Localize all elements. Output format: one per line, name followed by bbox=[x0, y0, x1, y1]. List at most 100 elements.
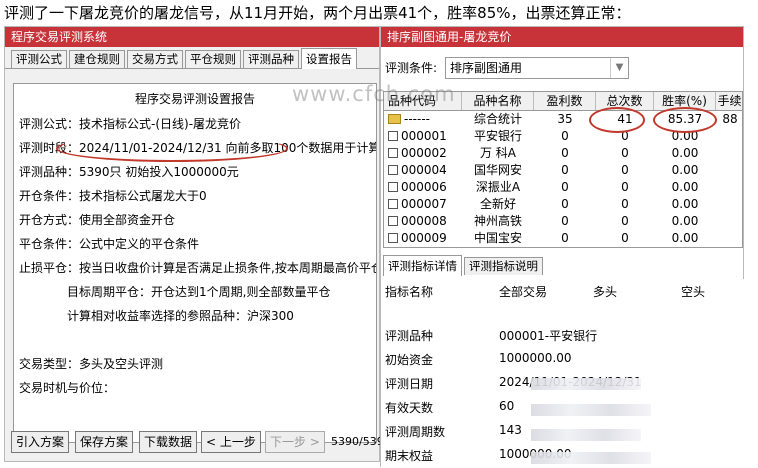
detail-header-short: 空头 bbox=[681, 285, 706, 299]
report-line-benchmark: 计算相对收益率选择的参照品种：沪深300 bbox=[67, 309, 294, 323]
table-row[interactable]: 000002 万 科A 0 0 0.00 bbox=[384, 145, 742, 162]
cell-total: 0 bbox=[621, 231, 629, 245]
report-line-stop-loss: 止损平仓：按当日收盘价计算是否满足止损条件,按本周期最高价平仓 bbox=[19, 261, 377, 275]
table-row[interactable]: 000004 国华网安 0 0 0.00 bbox=[384, 162, 742, 179]
cell-name: 综合统计 bbox=[473, 112, 522, 126]
cell-rate: 0.00 bbox=[671, 146, 699, 160]
checkbox-icon[interactable] bbox=[388, 233, 398, 243]
cell-name: 神州高铁 bbox=[473, 214, 522, 228]
cell-fee bbox=[716, 128, 742, 145]
cell-fee bbox=[716, 162, 742, 179]
download-data-button[interactable]: 下载数据 bbox=[139, 431, 198, 453]
tab-symbols[interactable]: 评测品种 bbox=[243, 50, 299, 68]
cell-wins: 0 bbox=[561, 146, 569, 160]
window-title: 程序交易评测系统 bbox=[5, 27, 379, 47]
tab-metric-help[interactable]: 评测指标说明 bbox=[464, 257, 543, 275]
cell-rate: 0.00 bbox=[671, 180, 699, 194]
total-highlight-circle bbox=[589, 107, 645, 133]
tab-report-settings[interactable]: 设置报告 bbox=[301, 48, 357, 69]
period-highlight-circle bbox=[56, 135, 288, 162]
tab-open-rules[interactable]: 建仓规则 bbox=[69, 50, 125, 68]
cell-code: 000008 bbox=[384, 213, 462, 230]
detail-value: 1000000.00 bbox=[499, 351, 572, 365]
tab-metric-detail[interactable]: 评测指标详情 bbox=[383, 255, 462, 276]
blurred-text bbox=[531, 378, 641, 390]
cell-rate: 0.00 bbox=[671, 163, 699, 177]
cell-code: 000001 bbox=[384, 128, 462, 145]
condition-select[interactable]: 排序副图通用 ▼ bbox=[445, 57, 629, 79]
cell-code: 000002 bbox=[384, 145, 462, 162]
cell-code: ------ bbox=[384, 111, 462, 128]
detail-label: 评测品种 bbox=[385, 329, 434, 343]
cell-rate: 0.00 bbox=[671, 197, 699, 211]
table-row[interactable]: 000006 深振业A 0 0 0.00 bbox=[384, 179, 742, 196]
cell-fee bbox=[716, 230, 742, 247]
checkbox-icon[interactable] bbox=[388, 131, 398, 141]
next-step-button[interactable]: 下一步 > bbox=[265, 431, 325, 453]
table-row[interactable]: 000008 神州高铁 0 0 0.00 bbox=[384, 213, 742, 230]
cell-rate: 0.00 bbox=[671, 231, 699, 245]
checkbox-icon[interactable] bbox=[388, 165, 398, 175]
cell-wins: 0 bbox=[561, 214, 569, 228]
cell-name: 全新好 bbox=[479, 197, 516, 211]
detail-value: 000001-平安银行 bbox=[499, 329, 598, 343]
detail-value: 60 bbox=[499, 399, 515, 413]
col-name[interactable]: 品种名称 bbox=[462, 92, 534, 110]
cell-fee bbox=[716, 213, 742, 230]
detail-header-all: 全部交易 bbox=[499, 285, 548, 299]
col-fee[interactable]: 手续 bbox=[716, 92, 742, 110]
cell-wins: 0 bbox=[561, 231, 569, 245]
ranking-window-title: 排序副图通用-屠龙竞价 bbox=[381, 27, 743, 47]
cell-wins: 0 bbox=[561, 129, 569, 143]
cell-code: 000004 bbox=[384, 162, 462, 179]
table-row[interactable]: 000007 全新好 0 0 0.00 bbox=[384, 196, 742, 213]
watermark: www.cfch.com bbox=[292, 82, 456, 106]
cell-code: 000006 bbox=[384, 179, 462, 196]
blurred-text bbox=[531, 452, 651, 464]
checkbox-icon[interactable] bbox=[388, 199, 398, 209]
detail-header-long: 多头 bbox=[593, 285, 618, 299]
col-wins[interactable]: 盈利数 bbox=[534, 92, 596, 110]
save-scheme-button[interactable]: 保存方案 bbox=[75, 431, 134, 453]
cell-fee bbox=[716, 145, 742, 162]
detail-label: 评测周期数 bbox=[385, 425, 446, 439]
cell-total: 0 bbox=[621, 163, 629, 177]
rate-highlight-circle bbox=[653, 107, 717, 133]
blurred-text bbox=[531, 429, 641, 441]
cell-fee bbox=[716, 179, 742, 196]
condition-label: 评测条件: bbox=[385, 61, 438, 75]
checkbox-icon[interactable] bbox=[388, 182, 398, 192]
report-line-formula: 评测公式：技术指标公式-(日线)-屠龙竞价 bbox=[19, 117, 242, 131]
cell-wins: 0 bbox=[561, 180, 569, 194]
blurred-text bbox=[531, 404, 651, 416]
report-line-open-mode: 开仓方式：使用全部资金开仓 bbox=[19, 213, 176, 227]
tab-trade-mode[interactable]: 交易方式 bbox=[127, 50, 183, 68]
checkbox-icon[interactable] bbox=[388, 148, 398, 158]
cell-code: 000007 bbox=[384, 196, 462, 213]
cell-fee: 88 bbox=[722, 112, 738, 126]
detail-header-metric: 指标名称 bbox=[385, 285, 434, 299]
import-scheme-button[interactable]: 引入方案 bbox=[11, 431, 70, 453]
table-row[interactable]: 000009 中国宝安 0 0 0.00 bbox=[384, 230, 742, 247]
detail-tab-bar: 评测指标详情 评测指标说明 bbox=[383, 253, 545, 276]
caption-text: 评测了一下屠龙竞价的屠龙信号，从11月开始，两个月出票41个，胜率85%，出票还… bbox=[4, 4, 631, 22]
tab-bar: 评测公式 建仓规则 交易方式 平仓规则 评测品种 设置报告 bbox=[5, 47, 379, 69]
tab-formula[interactable]: 评测公式 bbox=[11, 50, 67, 68]
report-line-timing: 交易时机与价位： bbox=[19, 381, 116, 395]
cell-total: 0 bbox=[621, 146, 629, 160]
detail-value: 143 bbox=[499, 423, 522, 437]
cell-wins: 0 bbox=[561, 197, 569, 211]
condition-value: 排序副图通用 bbox=[450, 61, 523, 75]
cell-name: 深振业A bbox=[475, 180, 521, 194]
chevron-down-icon[interactable]: ▼ bbox=[610, 58, 628, 78]
tab-close-rules[interactable]: 平仓规则 bbox=[185, 50, 241, 68]
detail-label: 有效天数 bbox=[385, 401, 434, 415]
cell-wins: 35 bbox=[557, 112, 573, 126]
cell-wins: 0 bbox=[561, 163, 569, 177]
report-line-open-condition: 开仓条件：技术指标公式屠龙大于0 bbox=[19, 189, 207, 203]
prev-step-button[interactable]: < 上一步 bbox=[201, 431, 261, 453]
report-line-close-condition: 平仓条件：公式中定义的平仓条件 bbox=[19, 237, 200, 251]
report-line-target-period: 目标周期平仓：开仓达到1个周期,则全部数量平仓 bbox=[67, 285, 331, 299]
checkbox-icon[interactable] bbox=[388, 216, 398, 226]
cell-name: 万 科A bbox=[479, 146, 517, 160]
